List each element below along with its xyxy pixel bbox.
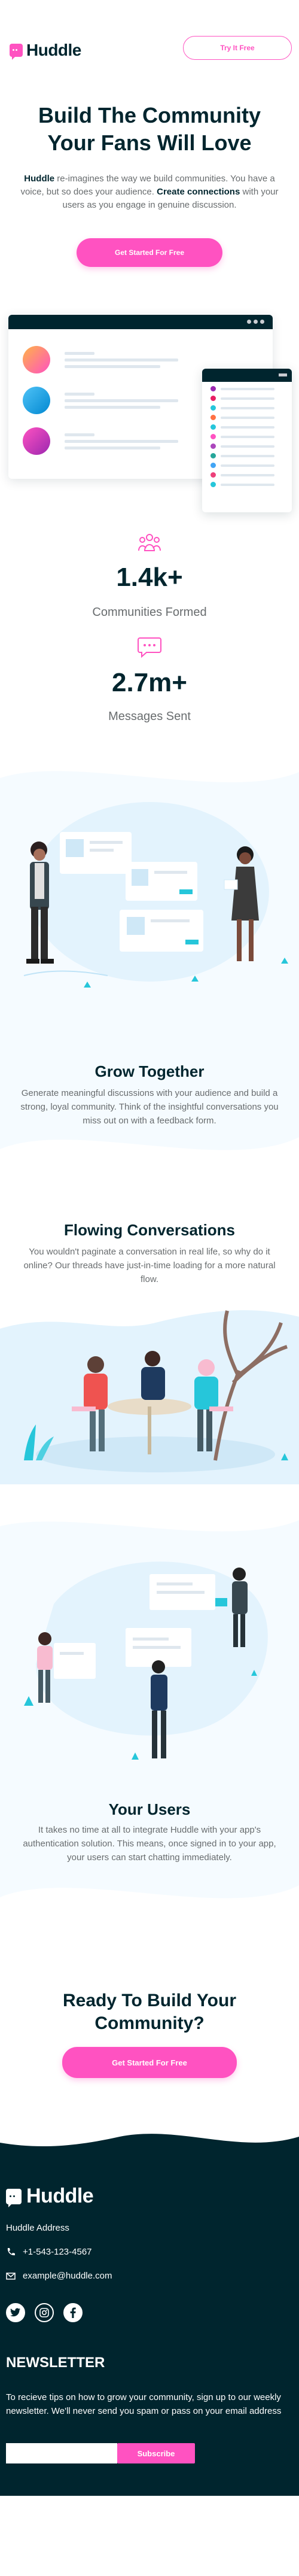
flowing-conversations-text: You wouldn't paginate a conversation in …: [23, 1247, 276, 1284]
twitter-icon[interactable]: [6, 2303, 25, 2322]
flowing-conversations-title: Flowing Conversations: [63, 1221, 236, 1239]
avatar: [23, 427, 50, 455]
phone-text: +1-543-123-4567: [23, 2247, 92, 2257]
footer-wave: [0, 2125, 299, 2146]
footer-address: Huddle Address: [6, 2223, 69, 2233]
footer-brand-name: Huddle: [26, 2185, 94, 2207]
cta-title: Ready To Build Your Community?: [62, 1991, 237, 2033]
your-users-text: It takes no time at all to integrate Hud…: [23, 1825, 276, 1863]
email-text: example@huddle.com: [23, 2271, 112, 2281]
avatar: [23, 387, 50, 414]
mobile-mockup: [202, 369, 292, 512]
newsletter-title: NEWSLETTER: [6, 2355, 105, 2371]
grow-together-title: Grow Together: [94, 1062, 205, 1080]
messages-label: Messages Sent: [108, 710, 191, 723]
communities-icon: [138, 534, 161, 551]
social-links: [6, 2303, 83, 2322]
chat-bubble-icon: [6, 2188, 22, 2207]
feature-grow-together: Grow Together Generate meaningful discus…: [0, 754, 299, 1173]
newsletter-email-input[interactable]: [6, 2443, 117, 2463]
grow-together-text: Generate meaningful discussions with you…: [20, 1088, 279, 1126]
communities-label: Communities Formed: [92, 606, 207, 619]
messages-icon: [138, 637, 161, 658]
communities-count: 1.4k+: [116, 563, 183, 592]
facebook-icon[interactable]: [63, 2303, 83, 2322]
your-users-illustration: [24, 1562, 268, 1760]
hero-description: Huddle re-imagines the way we build comm…: [15, 172, 284, 212]
brand-logo[interactable]: Huddle: [10, 41, 81, 60]
avatar: [23, 346, 50, 373]
brand-name: Huddle: [26, 41, 81, 59]
hero-desc-brand: Huddle: [24, 174, 55, 184]
try-it-free-button[interactable]: Try It Free: [183, 36, 292, 60]
site-footer: Huddle Huddle Address +1-543-123-4567 ex…: [0, 2125, 299, 2496]
hero-section: Build The Community Your Fans Will Love …: [0, 102, 299, 281]
email-icon: [6, 2271, 16, 2281]
hero-desc-bold: Create connections: [157, 187, 240, 197]
cta-get-started-button[interactable]: Get Started For Free: [62, 2047, 237, 2078]
your-users-title: Your Users: [108, 1800, 191, 1818]
newsletter-text: To recieve tips on how to grow your comm…: [6, 2392, 282, 2416]
subscribe-button[interactable]: Subscribe: [117, 2443, 195, 2463]
hero-get-started-button[interactable]: Get Started For Free: [77, 238, 222, 267]
footer-email[interactable]: example@huddle.com: [6, 2271, 112, 2281]
phone-icon: [6, 2247, 16, 2257]
footer-brand-logo[interactable]: Huddle: [6, 2185, 94, 2208]
stats-section: 1.4k+ Communities Formed 2.7m+ Messages …: [0, 521, 299, 754]
address-text: Huddle Address: [6, 2223, 69, 2233]
hero-title: Build The Community Your Fans Will Love: [38, 103, 261, 155]
messages-count: 2.7m+: [112, 668, 187, 697]
instagram-icon[interactable]: [35, 2303, 54, 2322]
feature-your-users: Your Users It takes no time at all to in…: [0, 1508, 299, 1927]
app-mockup: [0, 281, 299, 521]
footer-phone: +1-543-123-4567: [6, 2247, 92, 2257]
flowing-conversations-illustration: [0, 1310, 299, 1484]
feature-flowing-conversations: Flowing Conversations You wouldn't pagin…: [0, 1173, 299, 1508]
grow-together-illustration: [23, 802, 288, 988]
site-header: Huddle Try It Free: [0, 0, 299, 102]
chat-bubble-icon: [10, 44, 23, 60]
cta-section: Ready To Build Your Community? Get Start…: [0, 1927, 299, 2125]
